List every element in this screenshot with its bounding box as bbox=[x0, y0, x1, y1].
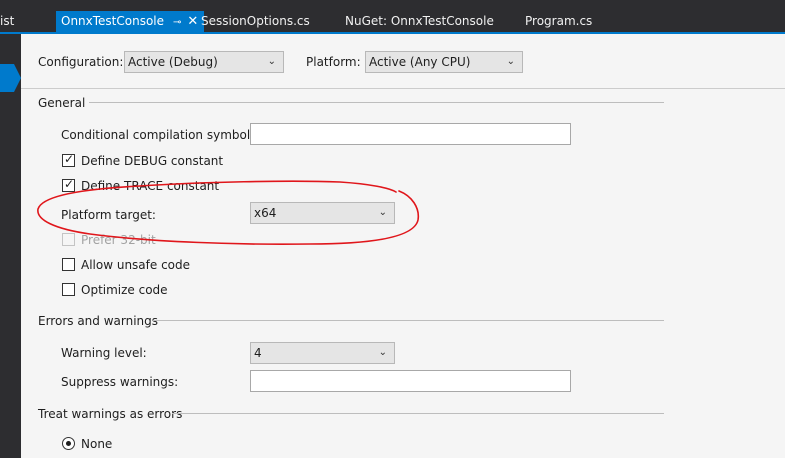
chevron-down-icon: ⌄ bbox=[506, 56, 515, 67]
tab-label: OnnxTestConsole bbox=[61, 14, 165, 28]
configuration-value: Active (Debug) bbox=[128, 55, 218, 69]
tab-onnxtestconsole[interactable]: OnnxTestConsole ⊸ ✕ bbox=[56, 11, 205, 33]
chevron-down-icon: ⌄ bbox=[378, 207, 387, 218]
allow-unsafe-label: Allow unsafe code bbox=[81, 258, 191, 272]
build-properties-page: Configuration: Active (Debug) ⌄ Platform… bbox=[21, 34, 785, 458]
radio-selected-dot bbox=[66, 441, 71, 446]
header-divider bbox=[21, 88, 785, 89]
platform-value: Active (Any CPU) bbox=[369, 55, 471, 69]
optimize-code-label: Optimize code bbox=[81, 283, 168, 297]
chevron-down-icon: ⌄ bbox=[267, 56, 276, 67]
errors-heading: Errors and warnings bbox=[38, 314, 159, 328]
checkmark-icon: ✓ bbox=[64, 177, 75, 191]
define-debug-checkbox[interactable]: ✓ bbox=[62, 152, 75, 167]
platform-target-value: x64 bbox=[254, 206, 277, 220]
optimize-code-checkbox[interactable] bbox=[62, 283, 75, 296]
errors-rule bbox=[153, 320, 664, 321]
tab-sessionoptions[interactable]: SessionOptions.cs bbox=[201, 11, 310, 32]
conditional-symbols-label: Conditional compilation symbols: bbox=[61, 128, 261, 142]
nav-selected-arrow bbox=[14, 64, 21, 92]
suppress-warnings-label: Suppress warnings: bbox=[61, 375, 179, 389]
general-rule bbox=[89, 102, 664, 103]
conditional-symbols-input[interactable] bbox=[250, 123, 571, 145]
define-trace-checkbox[interactable]: ✓ bbox=[62, 177, 75, 192]
checkmark-icon: ✓ bbox=[64, 152, 75, 166]
chevron-down-icon: ⌄ bbox=[378, 347, 387, 358]
general-heading: General bbox=[38, 96, 86, 110]
platform-dropdown[interactable]: Active (Any CPU) ⌄ bbox=[365, 51, 523, 73]
treat-rule bbox=[172, 413, 664, 414]
allow-unsafe-checkbox[interactable] bbox=[62, 258, 75, 271]
close-icon[interactable]: ✕ bbox=[187, 11, 198, 32]
prefer-32bit-checkbox bbox=[62, 233, 75, 246]
tab-nuget[interactable]: NuGet: OnnxTestConsole bbox=[345, 11, 494, 32]
suppress-warnings-input[interactable] bbox=[250, 370, 571, 392]
prefer-32bit-label: Prefer 32-bit bbox=[81, 233, 156, 247]
platform-label: Platform: bbox=[306, 55, 361, 69]
configuration-dropdown[interactable]: Active (Debug) ⌄ bbox=[124, 51, 284, 73]
warning-level-value: 4 bbox=[254, 346, 262, 360]
tab-partial[interactable]: ist bbox=[0, 11, 14, 32]
warning-level-label: Warning level: bbox=[61, 346, 147, 360]
platform-target-dropdown[interactable]: x64 ⌄ bbox=[250, 202, 395, 224]
warning-level-dropdown[interactable]: 4 ⌄ bbox=[250, 342, 395, 364]
treat-none-radio[interactable] bbox=[62, 437, 75, 450]
define-trace-label: Define TRACE constant bbox=[81, 179, 220, 193]
platform-target-label: Platform target: bbox=[61, 208, 156, 222]
configuration-label: Configuration: bbox=[38, 55, 124, 69]
treat-none-label: None bbox=[81, 437, 113, 451]
property-pages-nav bbox=[0, 34, 21, 458]
document-tab-bar: ist OnnxTestConsole ⊸ ✕ SessionOptions.cs … bbox=[0, 0, 785, 33]
pin-icon[interactable]: ⊸ bbox=[173, 12, 181, 33]
nav-selected-item[interactable] bbox=[0, 64, 14, 92]
define-debug-label: Define DEBUG constant bbox=[81, 154, 224, 168]
tab-program[interactable]: Program.cs bbox=[525, 11, 592, 32]
treat-warnings-heading: Treat warnings as errors bbox=[38, 407, 183, 421]
